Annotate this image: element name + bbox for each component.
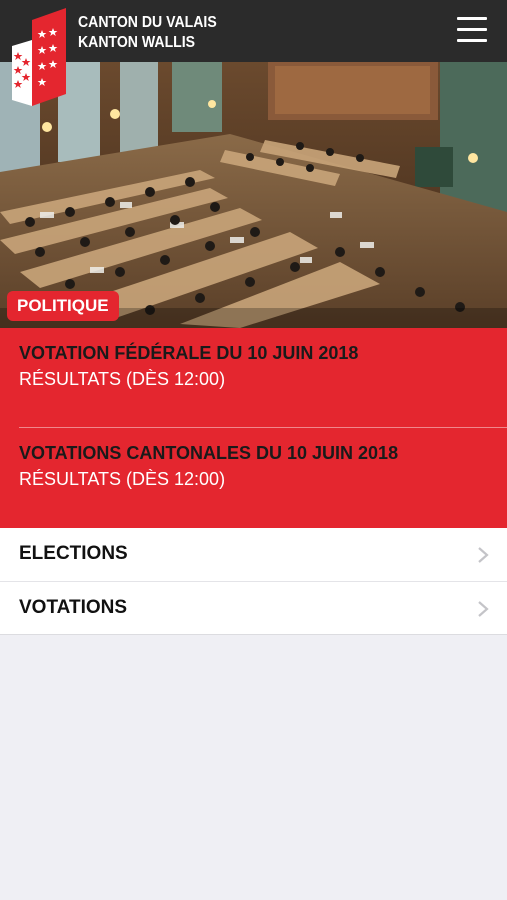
votes-section: VOTATION FÉDÉRALE DU 10 JUIN 2018 RÉSULT… <box>0 328 507 528</box>
vote-item-federal[interactable]: VOTATION FÉDÉRALE DU 10 JUIN 2018 RÉSULT… <box>0 328 507 428</box>
vote-subtitle: RÉSULTATS (DÈS 12:00) <box>19 469 226 489</box>
list-item-elections[interactable]: ELECTIONS <box>0 528 507 582</box>
category-badge: POLITIQUE <box>7 291 119 321</box>
logo-line-1: CANTON DU VALAIS <box>78 14 217 31</box>
vote-title: VOTATION FÉDÉRALE DU 10 JUIN 2018 <box>19 343 359 363</box>
chevron-right-icon <box>478 547 489 563</box>
logo-line-2: KANTON WALLIS <box>78 34 196 51</box>
list-item-votations[interactable]: VOTATIONS <box>0 582 507 635</box>
logo-wordmark[interactable]: CANTON DU VALAIS KANTON WALLIS <box>78 13 217 53</box>
vote-subtitle: RÉSULTATS (DÈS 12:00) <box>19 369 226 389</box>
list-item-label: ELECTIONS <box>19 543 128 564</box>
list-item-label: VOTATIONS <box>19 597 128 618</box>
app-header: CANTON DU VALAIS KANTON WALLIS <box>0 0 507 62</box>
valais-flag-icon[interactable] <box>10 8 68 106</box>
vote-title: VOTATIONS CANTONALES DU 10 JUIN 2018 <box>19 443 399 463</box>
divider <box>0 634 507 635</box>
hamburger-menu-icon[interactable] <box>455 14 489 46</box>
hero-image[interactable] <box>0 62 507 328</box>
vote-item-cantonal[interactable]: VOTATIONS CANTONALES DU 10 JUIN 2018 RÉS… <box>0 428 507 528</box>
menu-list: ELECTIONS VOTATIONS <box>0 528 507 634</box>
chevron-right-icon <box>478 601 489 617</box>
